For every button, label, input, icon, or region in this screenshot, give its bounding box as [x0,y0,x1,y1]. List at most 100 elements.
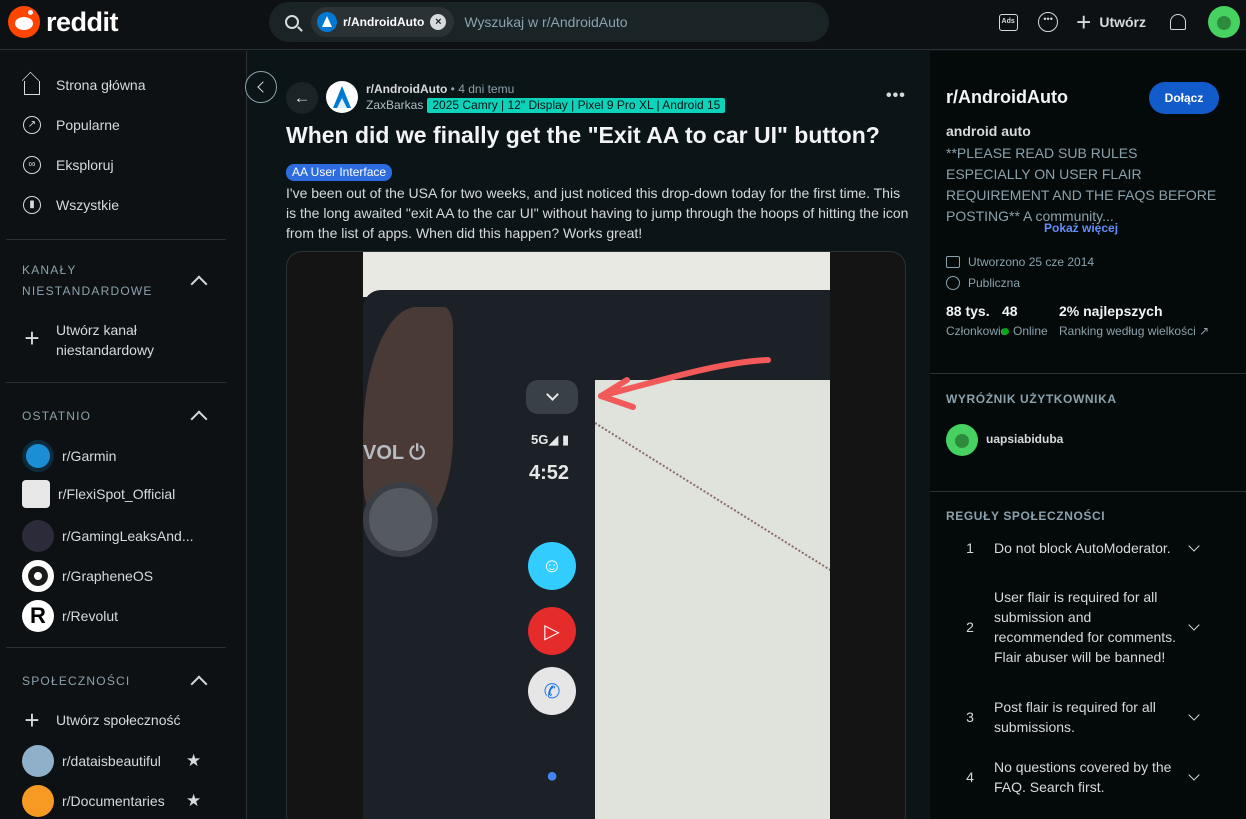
post-more-button[interactable]: ••• [886,87,906,105]
nav-label: Strona główna [56,77,146,93]
visibility: Publiczna [946,276,1020,290]
community-name: r/GrapheneOS [62,568,154,584]
divider [6,647,226,648]
online-dot-icon [1002,328,1009,335]
plus-icon: + [1076,7,1092,37]
community-name: r/Revolut [62,608,119,624]
community-name: r/GamingLeaksAnd... [62,528,194,544]
notifications-button[interactable] [1158,2,1198,42]
community-name: r/Documentaries [62,793,165,809]
youtube-music-icon: ▷ [528,607,576,655]
subreddit-avatar-icon [317,12,337,32]
top-header: reddit r/AndroidAuto × Ads ••• + Utwórz [0,0,1246,50]
rule-number: 1 [966,540,974,556]
recent-garmin[interactable]: r/Garmin [22,440,212,472]
search-subreddit-chip[interactable]: r/AndroidAuto × [311,7,455,37]
community-title[interactable]: r/AndroidAuto [946,87,1068,108]
create-community[interactable]: + Utwórz społeczność [22,705,180,735]
post-flair[interactable]: AA User Interface [286,164,393,181]
user-avatar[interactable] [1208,6,1240,38]
create-custom-feed[interactable]: + Utwórz kanał niestandardowy [22,320,186,360]
clock-text: 4:52 [529,462,570,484]
community-dataisbeautiful[interactable]: r/dataisbeautiful [22,745,212,777]
community-name: android auto [946,123,1031,139]
recent-flexispot[interactable]: r/FlexiSpot_Official [22,480,212,508]
members-count: 88 tys. [946,303,990,319]
chat-button[interactable]: ••• [1028,2,1068,42]
favorite-star-icon[interactable]: ★ [186,791,201,811]
user-flair-name[interactable]: uapsiabiduba [986,432,1063,446]
recent-grapheneos[interactable]: r/GrapheneOS [22,560,212,592]
post-image-container[interactable]: VOL ⏻ 5G◢ ▮ 4:52 ☺ ▷ ✆ ● [286,251,906,819]
reddit-logo-icon [8,6,40,38]
post-image: VOL ⏻ 5G◢ ▮ 4:52 ☺ ▷ ✆ ● [363,252,830,819]
rule-number: 4 [966,769,974,785]
chevron-up-icon[interactable] [190,675,208,693]
ads-button[interactable]: Ads [988,2,1028,42]
search-bar[interactable]: r/AndroidAuto × [269,2,829,42]
post-title: When did we finally get the "Exit AA to … [286,122,880,148]
mic-icon: ● [545,764,559,787]
flexispot-icon [22,480,50,508]
post-main: ← r/AndroidAuto • 4 dni temu ZaxBarkas 2… [262,51,928,819]
search-icon [285,15,299,29]
rule-text: No questions covered by the FAQ. Search … [994,759,1172,795]
community-sidebar: r/AndroidAuto Dołącz android auto **PLEA… [930,51,1246,819]
rule-item[interactable]: 1 Do not block AutoModerator. [946,537,1228,559]
show-more-button[interactable]: Pokaż więcej [1044,221,1118,235]
post-time: • 4 dni temu [450,82,515,96]
rule-text: Do not block AutoModerator. [994,540,1171,556]
rule-item[interactable]: 4 No questions covered by the FAQ. Searc… [946,757,1228,797]
author-link[interactable]: ZaxBarkas [366,98,423,113]
favorite-star-icon[interactable]: ★ [186,751,201,771]
nav-label: Eksploruj [56,157,114,173]
chat-icon: ••• [1038,12,1059,32]
header-actions: Ads ••• + Utwórz [988,0,1246,44]
nav-label: Popularne [56,117,120,133]
all-icon: ▮ [22,195,42,215]
subreddit-link[interactable]: r/AndroidAuto [366,82,447,96]
divider [6,382,226,383]
nav-home[interactable]: Strona główna [22,75,146,95]
chevron-left-icon [256,81,269,93]
recent-gamingleaks[interactable]: r/GamingLeaksAnd... [22,520,212,552]
custom-feeds-title[interactable]: KANAŁY NIESTANDARDOWE [22,260,172,302]
clear-chip-icon[interactable]: × [430,14,447,30]
search-input[interactable] [464,14,765,30]
divider [6,239,226,240]
chevron-down-icon [1188,769,1200,781]
nav-popular[interactable]: ↗ Popularne [22,115,120,135]
create-button[interactable]: + Utwórz [1068,2,1158,42]
join-button[interactable]: Dołącz [1149,82,1219,114]
plus-icon: + [24,322,40,353]
created-text: Utworzono 25 cze 2014 [968,255,1095,269]
online-count: 48 [1002,303,1018,319]
phone-icon: ✆ [528,667,576,715]
reddit-logo[interactable]: reddit [8,6,119,38]
chevron-up-icon[interactable] [190,275,208,293]
rule-item[interactable]: 2 User flair is required for all submiss… [946,577,1228,677]
recent-title[interactable]: OSTATNIO [22,406,91,427]
bell-icon [1170,14,1186,30]
visibility-text: Publiczna [968,276,1021,290]
recent-revolut[interactable]: R r/Revolut [22,600,212,632]
grapheneos-icon [22,560,54,592]
chevron-down-icon [1188,709,1200,721]
chevron-up-icon[interactable] [190,410,208,428]
nav-all[interactable]: ▮ Wszystkie [22,195,119,215]
back-button[interactable]: ← [286,82,318,114]
community-documentaries[interactable]: r/Documentaries [22,785,212,817]
rank-label[interactable]: Ranking według wielkości ↗ [1059,322,1209,340]
communities-title[interactable]: SPOŁECZNOŚCI [22,671,130,692]
chip-label: r/AndroidAuto [343,15,425,29]
nav-explore[interactable]: ∞ Eksploruj [22,155,114,175]
collapse-sidebar-button[interactable] [245,71,277,103]
online-label: Online [1002,322,1048,340]
subreddit-avatar[interactable] [326,81,358,113]
chevron-down-icon [1188,619,1200,631]
user-flair: 2025 Camry | 12" Display | Pixel 9 Pro X… [427,98,726,113]
created-date: Utworzono 25 cze 2014 [946,255,1094,269]
explore-icon: ∞ [22,155,42,175]
user-flair-avatar[interactable] [946,424,978,456]
rule-item[interactable]: 3 Post flair is required for all submiss… [946,697,1228,737]
